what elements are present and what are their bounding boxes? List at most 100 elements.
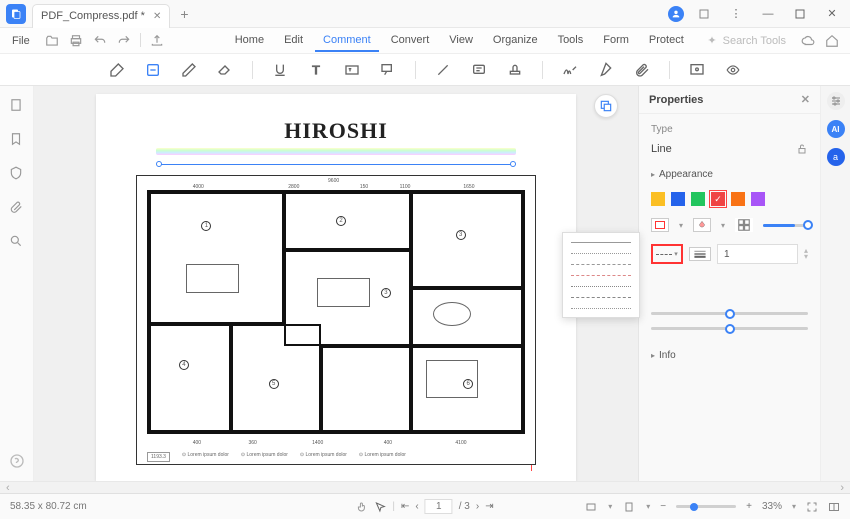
- floorplan-drawing: 1 2 3 3 4 5 6 9600 4000 2800 150 110: [136, 175, 536, 465]
- tab-organize[interactable]: Organize: [485, 30, 546, 52]
- swatch-green[interactable]: [691, 192, 705, 206]
- stroke-color-button[interactable]: [651, 218, 669, 232]
- secondary-slider-1[interactable]: [651, 312, 808, 315]
- thickness-input[interactable]: 1: [717, 244, 798, 264]
- swatch-yellow[interactable]: [651, 192, 665, 206]
- home-icon[interactable]: [824, 33, 840, 49]
- show-comments-tool[interactable]: [724, 61, 742, 79]
- page-1: HIROSHI 1 2: [96, 94, 576, 481]
- search-icon[interactable]: [9, 234, 25, 250]
- window-menu-icon[interactable]: [692, 4, 716, 24]
- search-placeholder: Search Tools: [723, 35, 786, 47]
- share-icon[interactable]: [149, 33, 165, 49]
- more-icon[interactable]: ⋮: [724, 4, 748, 24]
- settings-strip-icon[interactable]: [827, 92, 845, 110]
- properties-panel: Properties ✕ Type Line Appearance: [638, 86, 820, 481]
- dash-fine-dot[interactable]: [567, 283, 635, 289]
- ai-strip-icon[interactable]: AI: [827, 120, 845, 138]
- eraser-tool[interactable]: [216, 61, 234, 79]
- fill-color-button[interactable]: [693, 218, 711, 232]
- scroll-right-icon[interactable]: ›: [840, 482, 844, 494]
- callout-tool[interactable]: [379, 61, 397, 79]
- close-tab-icon[interactable]: ✕: [153, 11, 161, 22]
- hide-tool[interactable]: [688, 61, 706, 79]
- textbox-tool[interactable]: [343, 61, 361, 79]
- line-annotation[interactable]: [156, 161, 516, 167]
- attachments-icon[interactable]: [9, 200, 25, 216]
- horizontal-scroll[interactable]: ‹ ›: [0, 481, 850, 493]
- tab-comment[interactable]: Comment: [315, 30, 379, 52]
- text-tool[interactable]: [307, 61, 325, 79]
- swatch-orange[interactable]: [731, 192, 745, 206]
- signature-tool[interactable]: [561, 61, 579, 79]
- bookmarks-icon[interactable]: [9, 132, 25, 148]
- scroll-left-icon[interactable]: ‹: [6, 482, 10, 494]
- type-value: Line: [651, 143, 672, 155]
- opacity-slider[interactable]: [763, 224, 808, 227]
- highlight-tool[interactable]: [108, 61, 126, 79]
- line-style-dropdown[interactable]: ▾: [651, 244, 683, 264]
- cloud-icon[interactable]: [800, 33, 816, 49]
- area-highlight-tool[interactable]: [144, 61, 162, 79]
- underline-tool[interactable]: [271, 61, 289, 79]
- line-tool[interactable]: [434, 61, 452, 79]
- help-icon[interactable]: [9, 453, 25, 469]
- close-window-icon[interactable]: ✕: [820, 4, 844, 24]
- stamp-tool[interactable]: [506, 61, 524, 79]
- line-style-popup: [562, 232, 640, 318]
- dash-extra[interactable]: [567, 305, 635, 311]
- dash-long[interactable]: [567, 294, 635, 300]
- app-icon: [6, 4, 26, 24]
- dash-solid[interactable]: [567, 239, 635, 245]
- lock-icon[interactable]: [796, 143, 808, 155]
- search-tools[interactable]: ✦ Search Tools: [707, 34, 786, 47]
- handle-right[interactable]: [510, 161, 516, 167]
- close-panel-icon[interactable]: ✕: [801, 93, 810, 106]
- undo-icon[interactable]: [92, 33, 108, 49]
- pen-tool[interactable]: [597, 61, 615, 79]
- comment-toolbar: [0, 54, 850, 86]
- thumbnails-icon[interactable]: [9, 98, 25, 114]
- document-title: HIROSHI: [136, 118, 536, 144]
- dash-dashdot[interactable]: [567, 272, 635, 278]
- swatch-purple[interactable]: [751, 192, 765, 206]
- print-icon[interactable]: [68, 33, 84, 49]
- dash-dotted[interactable]: [567, 250, 635, 256]
- file-menu[interactable]: File: [4, 31, 38, 51]
- pencil-tool[interactable]: [180, 61, 198, 79]
- menu-tabs: Home Edit Comment Convert View Organize …: [227, 30, 692, 52]
- dash-dashed[interactable]: [567, 261, 635, 267]
- document-tab[interactable]: PDF_Compress.pdf * ✕: [32, 4, 170, 28]
- minimize-icon[interactable]: —: [756, 4, 780, 24]
- opacity-icon[interactable]: [735, 218, 753, 232]
- tab-convert[interactable]: Convert: [383, 30, 438, 52]
- note-tool[interactable]: [470, 61, 488, 79]
- translate-strip-icon[interactable]: a: [827, 148, 845, 166]
- appearance-section[interactable]: Appearance: [651, 169, 808, 180]
- tab-form[interactable]: Form: [595, 30, 637, 52]
- tab-edit[interactable]: Edit: [276, 30, 311, 52]
- secondary-slider-2[interactable]: [651, 327, 808, 330]
- tab-home[interactable]: Home: [227, 30, 272, 52]
- sparkle-icon: ✦: [707, 34, 716, 47]
- tab-tools[interactable]: Tools: [550, 30, 592, 52]
- add-tab-button[interactable]: +: [180, 6, 188, 22]
- attachment-tool[interactable]: [633, 61, 651, 79]
- open-icon[interactable]: [44, 33, 60, 49]
- tab-title: PDF_Compress.pdf *: [41, 10, 145, 22]
- tab-protect[interactable]: Protect: [641, 30, 692, 52]
- swatch-blue[interactable]: [671, 192, 685, 206]
- thickness-stepper[interactable]: ▴▾: [804, 248, 808, 260]
- user-avatar[interactable]: [668, 6, 684, 22]
- line-weight-icon[interactable]: [689, 247, 711, 261]
- security-icon[interactable]: [9, 166, 25, 182]
- document-canvas[interactable]: HIROSHI 1 2: [34, 86, 638, 481]
- handle-left[interactable]: [156, 161, 162, 167]
- redo-icon[interactable]: [116, 33, 132, 49]
- info-section[interactable]: Info: [651, 350, 808, 361]
- rainbow-line: [156, 148, 516, 155]
- tab-view[interactable]: View: [441, 30, 481, 52]
- floating-action-button[interactable]: [594, 94, 618, 118]
- maximize-icon[interactable]: [788, 4, 812, 24]
- swatch-red[interactable]: [711, 192, 725, 206]
